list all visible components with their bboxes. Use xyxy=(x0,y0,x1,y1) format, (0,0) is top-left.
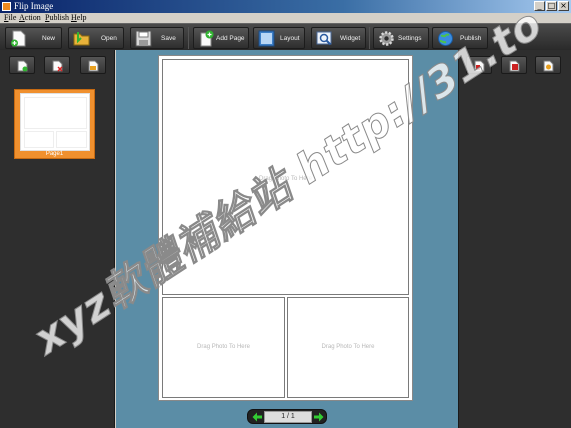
delete-page-button[interactable] xyxy=(44,56,70,74)
page-number-display[interactable]: 1 / 1 xyxy=(264,411,312,423)
save-button-label: Save xyxy=(161,35,176,42)
tools-panel xyxy=(458,50,571,428)
thumbnail-slot-bottom-left xyxy=(24,131,54,148)
new-document-icon xyxy=(11,30,26,47)
insert-page-button[interactable] xyxy=(9,56,35,74)
publish-button-label: Publish xyxy=(460,35,482,42)
add-page-button-label: Add Page xyxy=(216,35,245,42)
page-thumbnail-preview xyxy=(20,93,90,151)
photo-slot-bottom-right[interactable]: Drag Photo To Here xyxy=(287,297,409,398)
toolbar-separator xyxy=(369,27,370,49)
menu-bar: File Action Publish Help xyxy=(0,13,571,23)
add-page-button[interactable]: Add Page xyxy=(193,27,249,49)
next-page-arrow-icon[interactable] xyxy=(313,412,324,422)
globe-icon xyxy=(438,31,453,46)
widget-icon xyxy=(316,31,332,46)
minimize-button[interactable]: _ xyxy=(534,1,545,11)
photo-slot-hint: Drag Photo To Here xyxy=(197,344,250,350)
page-image-button[interactable] xyxy=(80,56,106,74)
title-bar[interactable]: Flip Image _ □ × xyxy=(0,0,571,13)
menu-file-label: ile xyxy=(8,13,17,22)
save-disk-icon xyxy=(135,30,152,47)
menu-help[interactable]: Help xyxy=(71,13,87,23)
menu-publish[interactable]: Publish xyxy=(45,13,69,23)
thumbnail-slot-top xyxy=(24,97,87,129)
page-thumbnail[interactable]: Page1 xyxy=(14,89,95,159)
photo-slot-hint: Drag Photo To Here xyxy=(321,344,375,350)
pdf-import-icon xyxy=(509,60,520,72)
page-image-icon xyxy=(88,60,99,72)
photo-slot-bottom-left[interactable]: Drag Photo To Here xyxy=(162,297,285,398)
photo-slot-hint: Drag Photo To Here xyxy=(259,176,312,182)
export-pdf-button[interactable] xyxy=(466,56,492,74)
menu-publish-label: ublish xyxy=(49,13,70,22)
pages-panel: Page1 xyxy=(0,50,115,428)
app-icon xyxy=(2,2,11,11)
flip-image-window: Flip Image _ □ × File Action Publish Hel… xyxy=(0,0,571,428)
menu-file[interactable]: File xyxy=(4,13,16,23)
open-button[interactable]: Open xyxy=(68,27,124,49)
new-button-label: New xyxy=(42,35,56,42)
delete-page-icon xyxy=(52,60,63,72)
menu-help-label: elp xyxy=(76,13,87,22)
layout-icon xyxy=(258,30,275,47)
page-thumbnail-label: Page1 xyxy=(45,151,64,157)
menu-action-label: ction xyxy=(24,13,41,22)
main-toolbar: New Open Save Add Page Layout Widget Set… xyxy=(0,23,571,50)
insert-page-icon xyxy=(17,60,28,72)
open-button-label: Open xyxy=(101,35,117,42)
publish-button[interactable]: Publish xyxy=(432,27,488,49)
page-editor: Drag Photo To Here Drag Photo To Here Dr… xyxy=(158,55,413,401)
thumbnail-slot-bottom-right xyxy=(56,131,87,148)
widget-button-label: Widget xyxy=(340,35,361,42)
close-button[interactable]: × xyxy=(558,1,569,11)
widget-button[interactable]: Widget xyxy=(311,27,366,49)
open-folder-icon xyxy=(73,32,90,46)
layout-button-label: Layout xyxy=(280,35,300,42)
photo-slot-top[interactable]: Drag Photo To Here xyxy=(162,59,409,295)
window-title: Flip Image xyxy=(14,1,54,11)
new-button[interactable]: New xyxy=(5,27,62,49)
settings-button-label: Settings xyxy=(398,35,422,42)
import-pdf-button[interactable] xyxy=(501,56,527,74)
page-properties-button[interactable] xyxy=(535,56,561,74)
menu-action[interactable]: Action xyxy=(19,13,41,23)
page-navigator: 1 / 1 xyxy=(247,409,327,424)
add-page-icon xyxy=(200,30,214,47)
page-properties-icon xyxy=(543,60,554,72)
maximize-button[interactable]: □ xyxy=(546,1,557,11)
toolbar-separator xyxy=(188,27,189,49)
layout-button[interactable]: Layout xyxy=(253,27,305,49)
pdf-page-icon xyxy=(474,60,485,72)
previous-page-arrow-icon[interactable] xyxy=(252,412,263,422)
save-button[interactable]: Save xyxy=(130,27,184,49)
gear-icon xyxy=(379,31,394,46)
settings-button[interactable]: Settings xyxy=(373,27,429,49)
